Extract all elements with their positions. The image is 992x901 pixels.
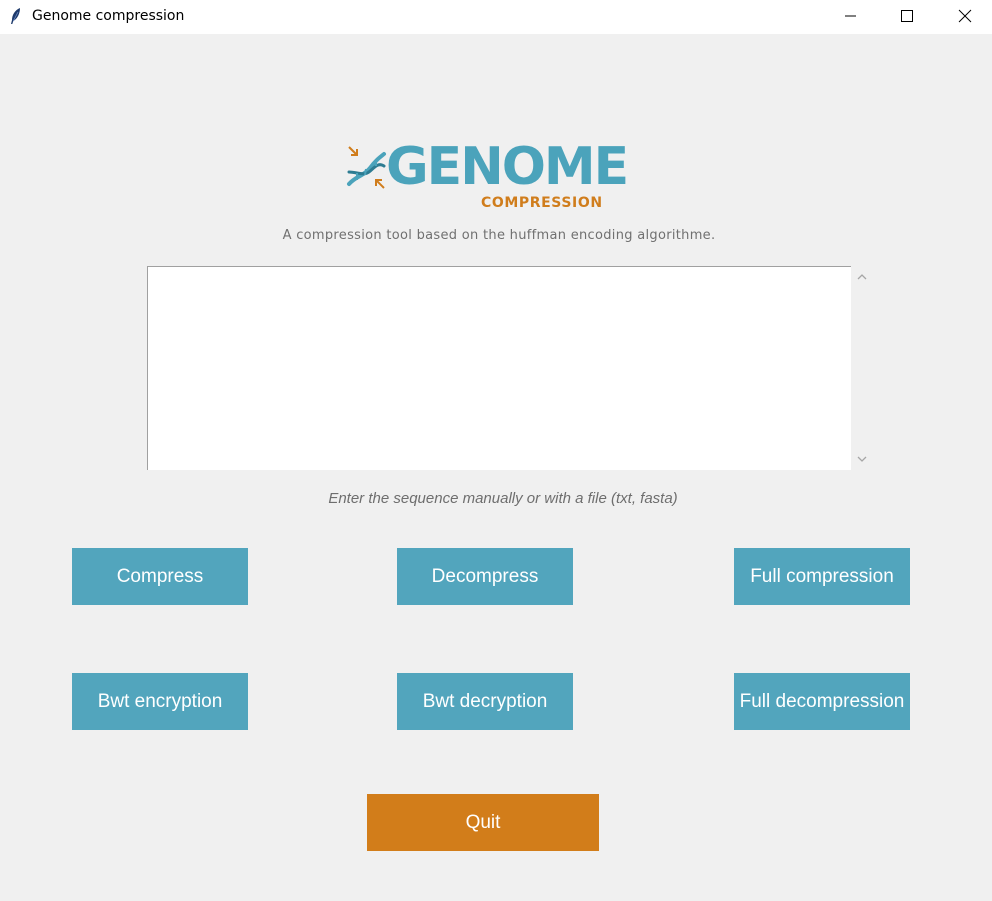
full-compression-button[interactable]: Full compression (734, 548, 910, 605)
minimize-icon (845, 15, 856, 17)
decompress-button[interactable]: Decompress (397, 548, 573, 605)
tagline: A compression tool based on the huffman … (282, 228, 716, 243)
input-hint: Enter the sequence manually or with a fi… (328, 490, 678, 507)
dna-compress-icon (347, 146, 386, 189)
minimize-button[interactable] (822, 0, 880, 32)
close-icon (958, 9, 972, 23)
maximize-icon (901, 10, 913, 22)
close-button[interactable] (937, 0, 992, 32)
full-decompression-button[interactable]: Full decompression (734, 673, 910, 730)
window-title: Genome compression (32, 8, 185, 24)
quit-button[interactable]: Quit (367, 794, 599, 851)
logo-subtitle: COMPRESSION (481, 195, 603, 211)
scroll-up-icon[interactable] (857, 273, 867, 281)
app-logo: GENOME COMPRESSION (344, 137, 629, 214)
compress-button[interactable]: Compress (72, 548, 248, 605)
maximize-button[interactable] (879, 0, 937, 32)
sequence-input[interactable] (147, 266, 851, 470)
scroll-down-icon[interactable] (857, 455, 867, 463)
title-bar[interactable]: Genome compression (0, 0, 992, 34)
feather-icon (11, 8, 20, 24)
logo-title: GENOME (386, 137, 629, 197)
bwt-decryption-button[interactable]: Bwt decryption (397, 673, 573, 730)
text-scrollbar[interactable] (852, 266, 872, 470)
bwt-encryption-button[interactable]: Bwt encryption (72, 673, 248, 730)
